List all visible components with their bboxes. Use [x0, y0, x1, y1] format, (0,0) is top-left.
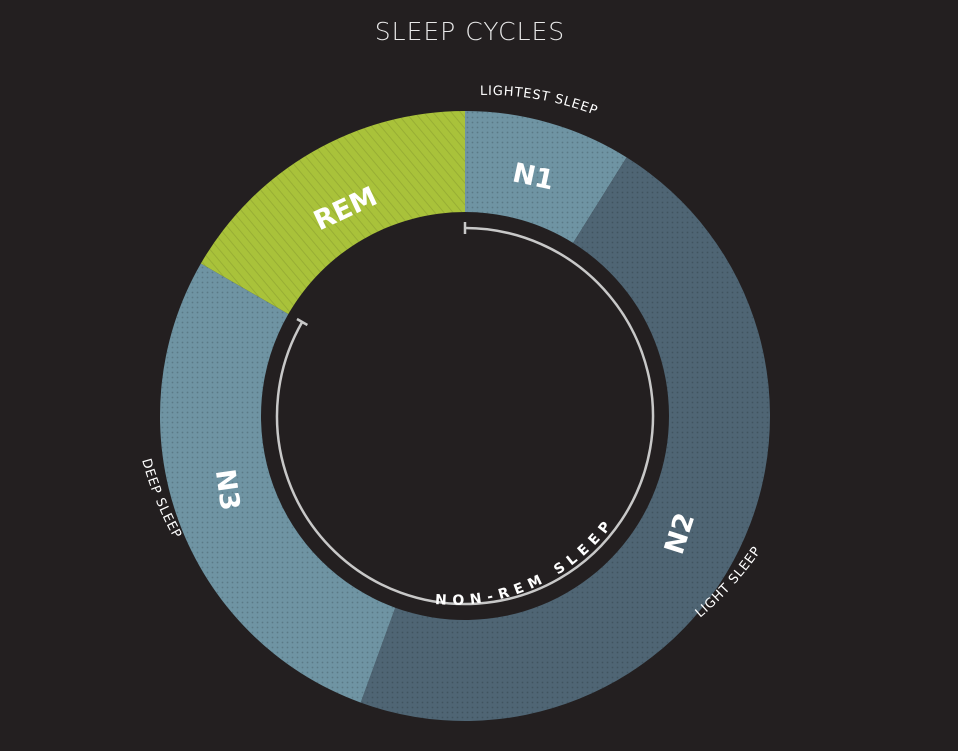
sleep-cycle-ring: REM N1 N2 N3 LIGHTEST SLEEP LIGHT SLEEP …	[138, 84, 770, 721]
segment-n3-texture	[160, 263, 396, 703]
segment-label-n3: N3	[209, 467, 245, 512]
segment-n2-texture	[360, 157, 770, 721]
